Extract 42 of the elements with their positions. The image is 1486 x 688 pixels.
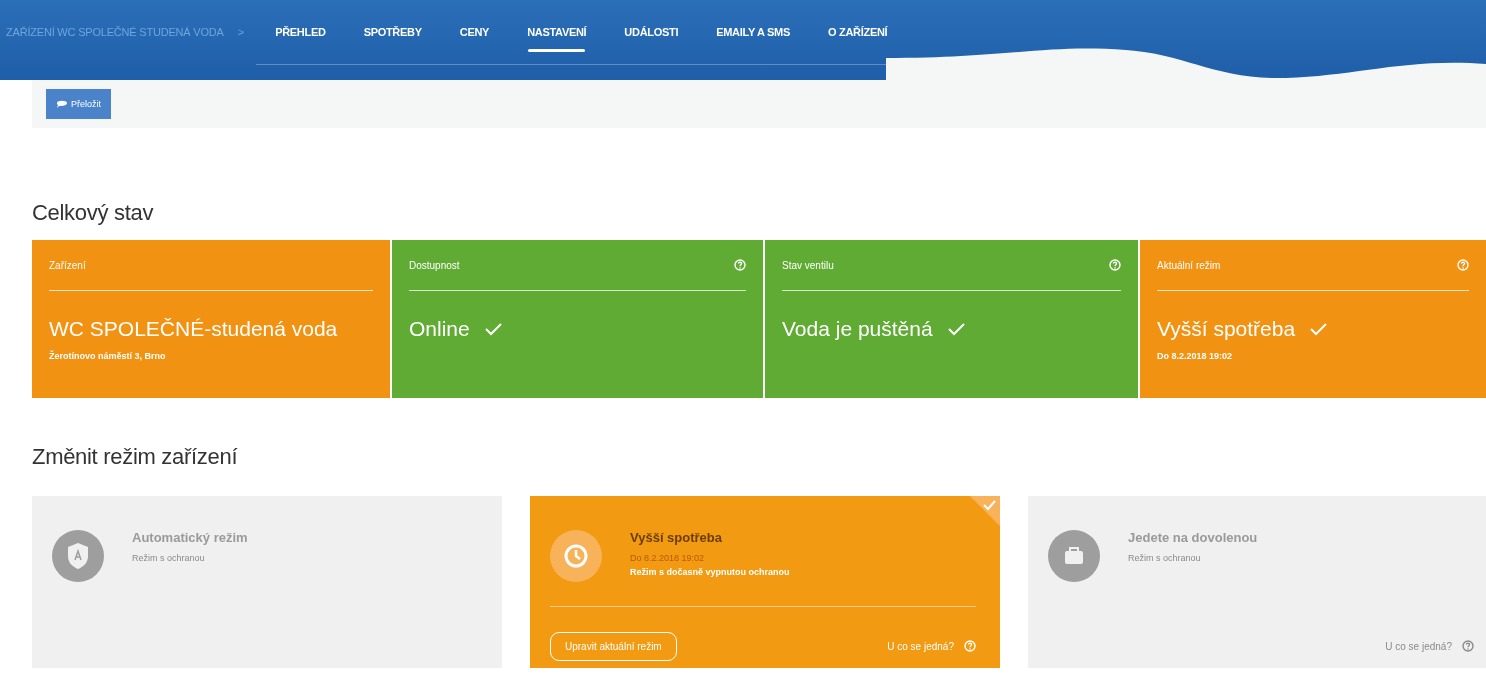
- card-label: Stav ventilu: [782, 259, 834, 271]
- mode-title: Vyšší spotřeba: [630, 530, 723, 545]
- breadcrumb-separator: >: [237, 26, 245, 38]
- nav-tab[interactable]: SPOTŘEBY: [344, 0, 441, 64]
- nav-tab[interactable]: CENY: [440, 0, 509, 64]
- status-value: WC SPOLEČNÉ-studená voda: [49, 317, 338, 341]
- shield-icon: [52, 530, 104, 582]
- nav-tab[interactable]: O ZAŘÍZENÍ: [809, 0, 907, 64]
- nav-tab[interactable]: EMAILY A SMS: [697, 0, 809, 64]
- status-note: Do 8.2.2018 19:02: [1157, 351, 1234, 361]
- help-link[interactable]: U co se jedná?: [1385, 640, 1452, 652]
- mode-subtitle: Režim s ochranou: [1128, 553, 1202, 563]
- breadcrumb[interactable]: ZAŘÍZENÍ WC SPOLEČNÉ STUDENÁ VODA: [6, 26, 224, 38]
- card-label: Aktuální režim: [1157, 259, 1221, 271]
- status-note: Žerotínovo náměstí 3, Brno: [49, 351, 167, 361]
- nav-tab[interactable]: UDÁLOSTI: [605, 0, 698, 64]
- help-link[interactable]: U co se jedná?: [887, 640, 954, 652]
- status-value: Vyšší spotřeba: [1157, 317, 1296, 341]
- section-heading: Změnit režim zařízení: [32, 443, 239, 471]
- mode-card[interactable]: Jedete na dovolenou Režim s ochranou U co se jedná?: [1028, 496, 1486, 668]
- clock-icon: [550, 530, 602, 582]
- nav-tab[interactable]: PŘEHLED: [256, 0, 345, 64]
- mode-card[interactable]: Vyšší spotřeba Do 8.2.2018 19:02 Režim s dočasně vypnutou ochranou Upravit aktuální režim U co se jedná?: [530, 496, 1000, 668]
- mode-date: Do 8.2.2018 19:02: [630, 553, 706, 563]
- translate-button[interactable]: Přeložit: [46, 89, 111, 119]
- section-heading: Celkový stav: [32, 199, 155, 227]
- card-label: Zařízení: [49, 259, 86, 271]
- status-value: Online: [409, 317, 470, 341]
- mode-subtitle: Režim s ochranou: [132, 553, 206, 563]
- edit-mode-button[interactable]: Upravit aktuální režim: [550, 631, 677, 661]
- card-label: Dostupnost: [409, 259, 460, 271]
- mode-subtitle: Režim s dočasně vypnutou ochranou: [630, 567, 790, 577]
- nav-tab[interactable]: NASTAVENÍ: [508, 0, 606, 64]
- status-value: Voda je puštěná: [782, 317, 933, 341]
- mode-title: Jedete na dovolenou: [1128, 530, 1258, 545]
- chat-icon: [56, 99, 68, 109]
- help-icon: [1462, 640, 1474, 652]
- mode-card[interactable]: Automatický režim Režim s ochranou: [32, 496, 502, 668]
- mode-title: Automatický režim: [132, 530, 248, 545]
- selected-corner-icon: [970, 496, 1000, 526]
- suitcase-icon: [1048, 530, 1100, 582]
- help-icon: [964, 640, 976, 652]
